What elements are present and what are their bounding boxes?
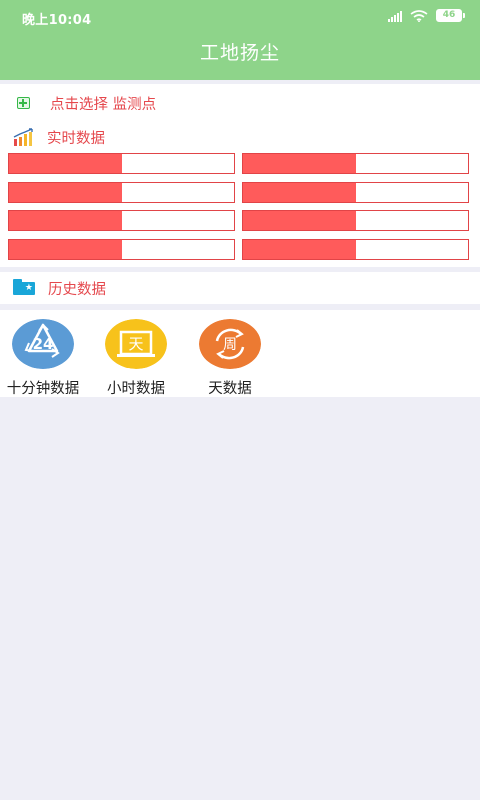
data-cell [242,239,469,260]
data-cell [8,210,235,231]
signal-icon [388,10,402,22]
history-data-header: ★ 历史数据 [0,272,480,304]
history-data-label: 历史数据 [48,281,106,298]
recycle-24-icon: 24 [12,319,74,369]
status-icons: 46 [388,9,465,22]
hourly-data-label: 小时数据 [107,381,165,397]
icon-text: 24 [33,335,54,353]
data-cell [242,210,469,231]
realtime-data-header: 实时数据 [0,122,480,152]
page-title: 工地扬尘 [199,42,280,64]
data-cell [8,153,235,174]
history-options: 24 十分钟数据 天 小时数据 周 天数据 [0,310,480,397]
data-cell [242,182,469,203]
data-cell-fill [243,183,356,202]
folder-icon: ★ [13,278,35,295]
data-cell-fill [9,240,122,259]
icon-text: 周 [223,337,237,353]
data-cell [242,153,469,174]
data-cell-fill [9,211,122,230]
monitor-section: 点击选择 监测点 实时数据 [0,84,480,267]
select-monitor-point-button[interactable]: 点击选择 监测点 [0,88,480,118]
hourly-data-button[interactable]: 天 小时数据 [89,319,183,398]
daily-data-label: 天数据 [208,381,252,397]
data-cell-fill [9,183,122,202]
data-cell [8,182,235,203]
app-header: 晚上10:04 46 工地扬尘 [0,0,480,80]
data-cell-fill [9,154,122,173]
refresh-week-icon: 周 [199,319,261,369]
realtime-data-label: 实时数据 [47,130,105,147]
status-time: 晚上10:04 [22,13,92,28]
wifi-icon [410,9,428,22]
data-cell-fill [243,211,356,230]
select-monitor-point-label: 点击选择 监测点 [50,96,157,113]
ten-minute-data-button[interactable]: 24 十分钟数据 [0,319,90,398]
battery-icon: 46 [436,9,465,22]
ten-minute-data-label: 十分钟数据 [6,381,80,397]
status-bar: 晚上10:04 46 [0,0,480,34]
daily-data-button[interactable]: 周 天数据 [183,319,277,398]
icon-text: 天 [128,335,143,353]
data-cell-fill [243,240,356,259]
data-cell [8,239,235,260]
select-point-icon [17,97,30,109]
data-cell-fill [243,154,356,173]
calendar-day-icon: 天 [105,319,167,369]
bar-chart-icon [13,128,33,146]
